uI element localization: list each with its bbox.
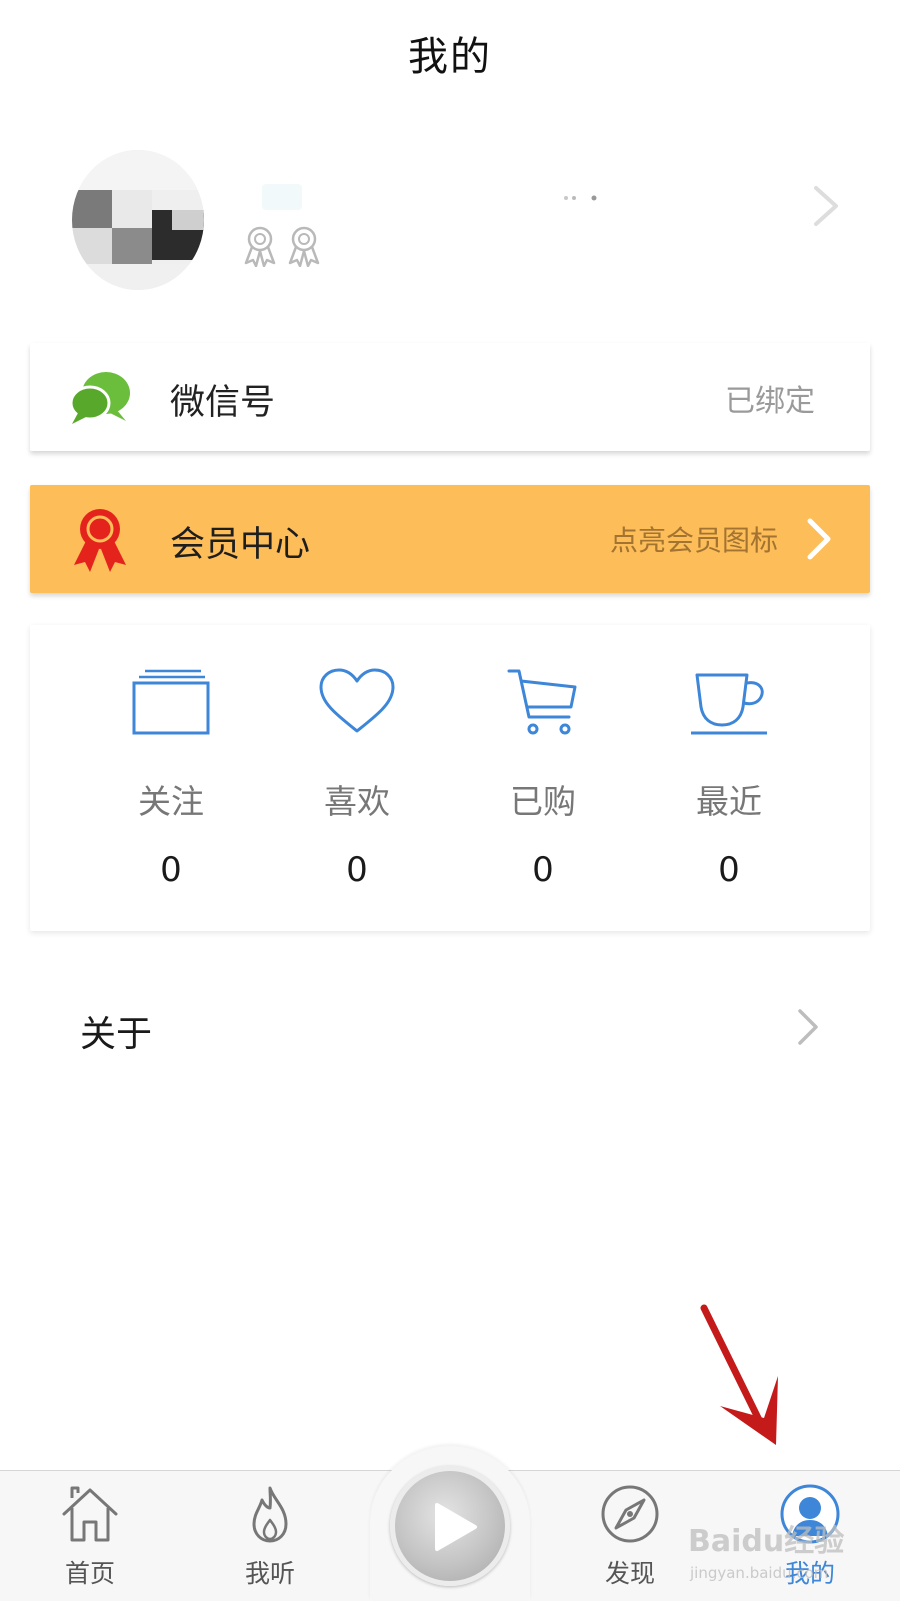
blurred-avatar-image: [72, 150, 204, 290]
wechat-bound-status: 已绑定: [725, 384, 815, 419]
wechat-row[interactable]: 微信号 已绑定: [30, 343, 870, 451]
top-bar: 我的: [0, 0, 900, 105]
chevron-right-icon: [798, 1009, 818, 1045]
profile-section[interactable]: [0, 140, 900, 300]
stat-recent[interactable]: 最近 0: [636, 625, 822, 931]
chevron-right-icon: [814, 186, 838, 226]
stat-value: 0: [160, 850, 182, 890]
stat-label: 已购: [510, 782, 576, 821]
stat-purchased[interactable]: 已购 0: [450, 625, 636, 931]
baidu-watermark: Baidu经验 jingyan.baidu.com: [688, 1516, 878, 1596]
compass-icon: [601, 1485, 659, 1543]
stat-value: 0: [532, 850, 554, 890]
member-center-label: 会员中心: [170, 525, 311, 565]
about-label: 关于: [80, 1014, 153, 1055]
cup-icon: [691, 673, 767, 735]
cart-icon: [507, 669, 577, 735]
wechat-label: 微信号: [170, 383, 276, 423]
tab-label: 发现: [604, 1559, 655, 1588]
stat-label: 最近: [696, 782, 762, 821]
watermark-main: Baidu经验: [688, 1524, 845, 1559]
award-badge-icon: [288, 226, 320, 267]
badge-list: [242, 225, 322, 267]
home-icon: [62, 1486, 118, 1542]
wechat-icon: [70, 372, 130, 424]
stat-like[interactable]: 喜欢 0: [264, 625, 450, 931]
tab-home[interactable]: 首页: [30, 1484, 150, 1596]
folder-icon: [132, 669, 210, 735]
chevron-right-icon: [807, 518, 831, 560]
award-badge-icon: [244, 226, 276, 267]
red-arrow-icon: [700, 1304, 778, 1445]
stats-row: 关注 0 喜欢 0 已购 0 最近 0: [78, 625, 822, 931]
play-button[interactable]: [390, 1466, 510, 1586]
avatar[interactable]: [72, 150, 204, 290]
heart-icon: [319, 668, 395, 733]
play-icon: [435, 1503, 477, 1551]
flame-icon: [252, 1486, 288, 1543]
tab-discover[interactable]: 发现: [570, 1484, 690, 1596]
stats-card: 关注 0 喜欢 0 已购 0 最近 0: [30, 625, 870, 931]
watermark-sub: jingyan.baidu.com: [690, 1564, 829, 1582]
nickname-blurred: [262, 184, 302, 210]
stat-value: 0: [346, 850, 368, 890]
about-row[interactable]: 关于: [0, 985, 900, 1065]
member-hint-text: 点亮会员图标: [609, 524, 778, 557]
tab-listen[interactable]: 我听: [210, 1484, 330, 1596]
stat-label: 喜欢: [324, 782, 390, 821]
stat-value: 0: [718, 850, 740, 890]
nickname-dots: [564, 195, 597, 201]
member-center-row[interactable]: 会员中心 点亮会员图标: [30, 485, 870, 593]
stat-follow[interactable]: 关注 0: [78, 625, 264, 931]
tab-label: 我听: [244, 1559, 295, 1588]
stat-label: 关注: [138, 782, 204, 821]
member-ribbon-icon: [74, 509, 126, 572]
tab-label: 首页: [64, 1559, 115, 1588]
page-title: 我的: [408, 33, 492, 80]
